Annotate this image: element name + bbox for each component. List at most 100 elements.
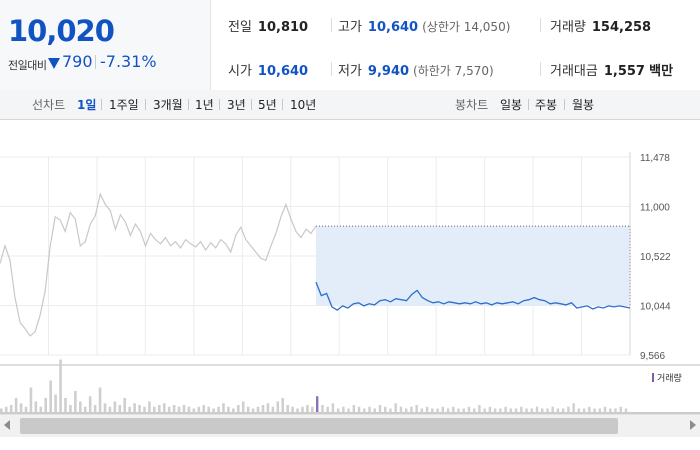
stat-high: 고가 10,640 (상한가 14,050) <box>338 16 510 35</box>
volume-bar <box>256 406 260 412</box>
scroll-thumb[interactable] <box>20 418 618 434</box>
volume-bar <box>520 406 523 412</box>
volume-bar <box>331 403 335 412</box>
scroll-left-arrow-icon[interactable] <box>4 420 10 430</box>
price-box: 10,020 전일대비 790 -7.31% <box>0 0 211 90</box>
volume-bar <box>478 405 481 412</box>
price-chart[interactable]: 11,478 11,000 10,522 10,044 9,566 거래량 <box>0 120 700 414</box>
volume-bar <box>452 406 455 412</box>
volume-bar <box>34 401 38 412</box>
scroll-right-arrow-icon[interactable] <box>690 420 696 430</box>
volume-bar <box>148 401 151 412</box>
volume-bar <box>541 408 544 412</box>
volume-bar <box>373 408 376 412</box>
stat-value: 10,640 <box>257 64 309 79</box>
volume-bar <box>227 406 230 412</box>
volume-bar <box>296 408 299 412</box>
divider <box>331 62 332 76</box>
stat-note: (하한가 7,570) <box>413 64 494 78</box>
volume-bar <box>593 408 596 412</box>
tab-10-years[interactable]: 10년 <box>290 96 316 113</box>
tab-daily-candle[interactable]: 일봉 <box>500 96 522 113</box>
change-label: 전일대비 <box>8 59 47 72</box>
volume-bar <box>44 398 48 412</box>
volume-bar <box>530 408 533 412</box>
volume-bar <box>39 406 43 412</box>
tab-1-day[interactable]: 1일 <box>77 96 96 113</box>
tab-3-months[interactable]: 3개월 <box>153 96 183 113</box>
volume-bar <box>19 403 23 412</box>
volume-bar <box>588 406 591 412</box>
volume-bar <box>197 406 201 412</box>
volume-bar <box>103 403 107 412</box>
tab-monthly-candle[interactable]: 월봉 <box>572 96 594 113</box>
stat-label: 거래량 <box>550 20 586 35</box>
volume-bar <box>232 408 235 412</box>
volume-bar <box>415 405 418 412</box>
range-box <box>316 225 631 306</box>
volume-bar <box>123 398 127 412</box>
volume-bar <box>311 406 314 412</box>
tab-1-year[interactable]: 1년 <box>195 96 214 113</box>
volume-bar <box>436 408 439 412</box>
volume-bar <box>577 408 581 412</box>
volume-bar <box>177 406 181 412</box>
volume-bar <box>246 406 250 412</box>
divider <box>540 62 541 76</box>
volume-bar <box>14 398 18 412</box>
volume-legend: 거래량 <box>652 372 682 384</box>
divider <box>101 99 102 110</box>
volume-bar <box>54 394 57 412</box>
volume-bar <box>446 408 450 412</box>
volume-bar <box>192 408 196 412</box>
volume-bar <box>301 406 304 412</box>
volume-bar <box>108 406 112 412</box>
volume-bar <box>182 405 186 412</box>
tab-3-years[interactable]: 3년 <box>227 96 246 113</box>
y-tick-label: 11,000 <box>640 203 670 214</box>
divider <box>528 99 529 110</box>
stat-volume: 거래량 154,258 <box>550 16 651 35</box>
volume-bar <box>363 408 366 412</box>
volume-bar <box>9 405 13 412</box>
volume-bar <box>384 406 387 412</box>
volume-bar <box>167 406 171 412</box>
volume-bar <box>457 408 460 412</box>
volume-bar <box>598 408 601 412</box>
volume-bar <box>404 408 408 412</box>
divider <box>251 99 252 110</box>
volume-bar <box>619 406 622 412</box>
chart-scrollbar[interactable] <box>0 414 700 437</box>
volume-bar <box>410 406 413 412</box>
stat-value: 1,557 <box>603 64 645 79</box>
volume-bar <box>306 405 309 412</box>
stat-label: 전일 <box>228 20 252 35</box>
volume-bar <box>336 408 340 412</box>
volume-bar <box>572 403 575 412</box>
volume-bar <box>212 408 215 412</box>
tab-weekly-candle[interactable]: 주봉 <box>535 96 557 113</box>
divider <box>188 99 189 110</box>
tab-5-years[interactable]: 5년 <box>258 96 277 113</box>
stat-note: (상한가 14,050) <box>422 20 511 34</box>
volume-bar <box>342 406 345 412</box>
change-percent: -7.31% <box>100 52 157 71</box>
volume-bar <box>425 406 429 412</box>
volume-bar <box>261 405 265 412</box>
change-amount: 790 <box>62 52 93 71</box>
stat-value: 154,258 <box>591 20 652 35</box>
volume-bar <box>394 403 397 412</box>
volume-bar <box>118 405 122 412</box>
y-tick-label: 11,478 <box>640 153 670 164</box>
volume-bar <box>172 405 176 412</box>
stat-value: 10,640 <box>367 20 419 35</box>
volume-bar <box>556 408 560 412</box>
volume-bar <box>326 406 329 412</box>
volume-bar <box>88 396 92 412</box>
chart-period-tabs: 선차트 1일 1주일 3개월 1년 3년 5년 10년 봉차트 일봉 주봉 월봉 <box>0 90 700 120</box>
volume-bar <box>535 406 539 412</box>
volume-bar <box>276 401 280 412</box>
tab-1-week[interactable]: 1주일 <box>109 96 139 113</box>
volume-bar <box>143 406 146 412</box>
volume-bar <box>420 408 424 412</box>
